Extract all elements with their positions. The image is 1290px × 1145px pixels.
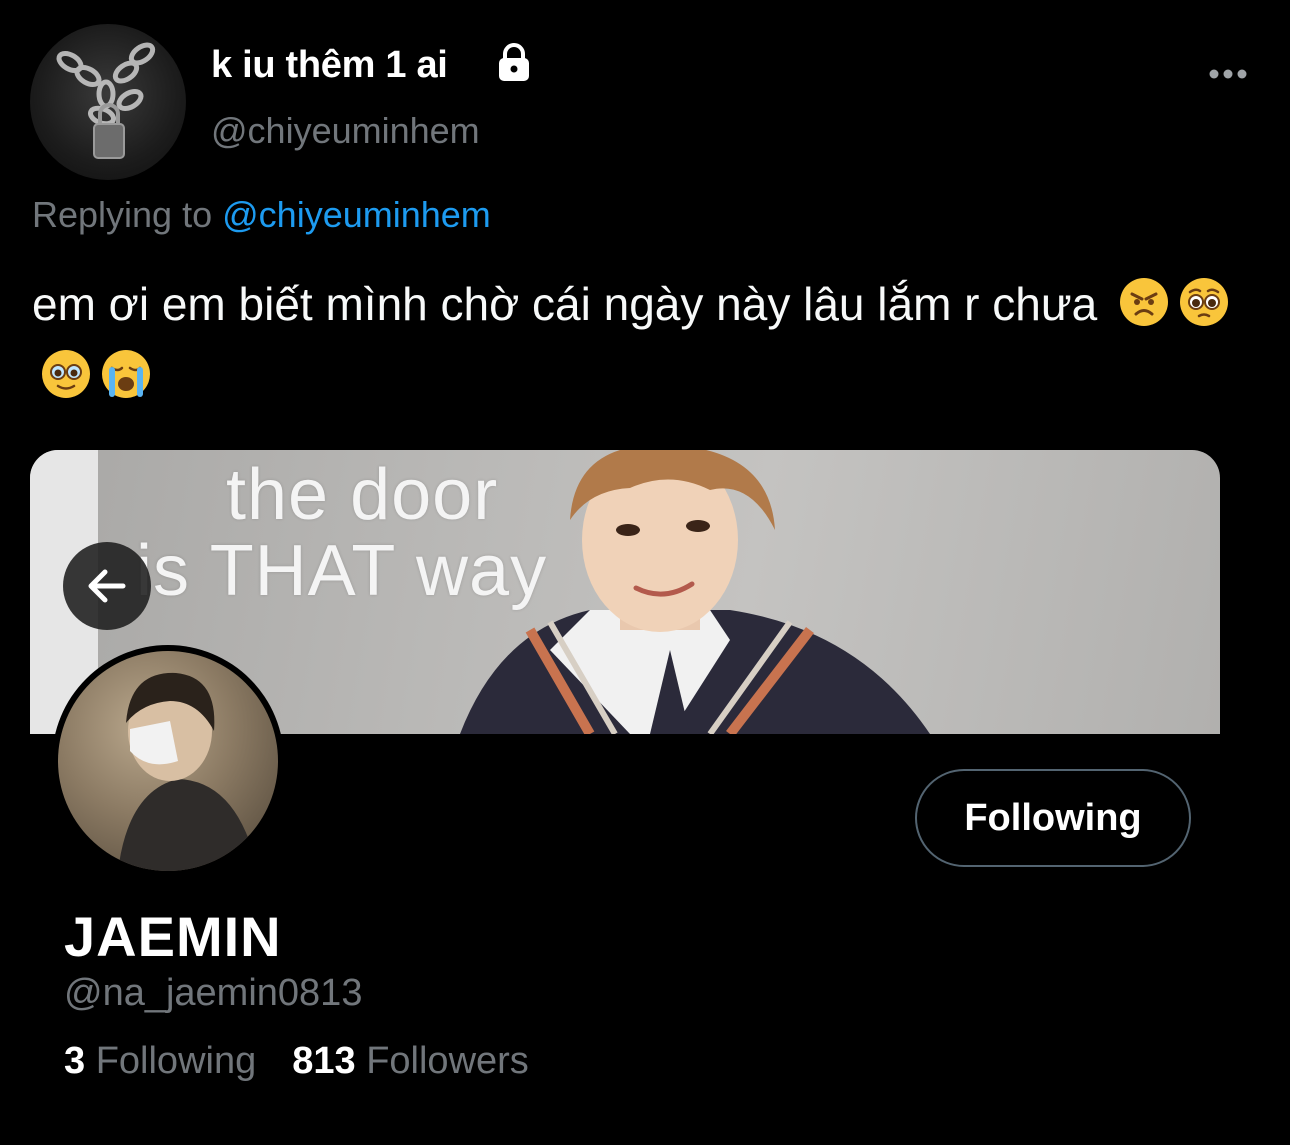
- followers-count-link[interactable]: 813 Followers: [292, 1040, 529, 1082]
- tweet-body: em ơi em biết mình chờ cái ngày này lâu …: [32, 278, 1098, 330]
- following-count: 3: [64, 1040, 86, 1082]
- chain-lock-image: [56, 42, 156, 159]
- tweet-text: em ơi em biết mình chờ cái ngày này lâu …: [32, 268, 1252, 412]
- lock-icon: [499, 43, 529, 81]
- arrow-left-icon: [88, 569, 126, 603]
- loudly-crying-face-emoji-icon: [102, 350, 150, 398]
- banner-caption-line1: the door: [226, 455, 499, 535]
- author-display-name[interactable]: k iu thêm 1 ai: [211, 44, 448, 87]
- followers-label: Followers: [366, 1040, 529, 1082]
- profile-avatar[interactable]: [52, 645, 284, 877]
- back-button[interactable]: [63, 542, 151, 630]
- following-button[interactable]: Following: [915, 769, 1191, 867]
- following-label: Following: [95, 1040, 257, 1082]
- following-count-link[interactable]: 3 Following: [64, 1040, 256, 1082]
- avatar-person-image: [118, 672, 258, 871]
- pleading-face-emoji-icon: [1180, 278, 1229, 326]
- author-handle[interactable]: @chiyeuminhem: [211, 110, 480, 152]
- profile-stats: 3 Following 813 Followers: [64, 1040, 529, 1083]
- face-holding-back-tears-emoji-icon: [42, 350, 90, 398]
- banner-caption-line2: is THAT way: [136, 531, 548, 611]
- author-avatar[interactable]: [30, 24, 186, 180]
- replying-to-mention[interactable]: @chiyeuminhem: [222, 194, 491, 235]
- angry-face-emoji-icon: [1120, 278, 1169, 326]
- replying-to-prefix: Replying to: [32, 194, 213, 235]
- profile-handle: @na_jaemin0813: [64, 972, 363, 1014]
- replying-to-line: Replying to @chiyeuminhem: [32, 194, 491, 236]
- profile-name: JAEMIN: [64, 905, 282, 968]
- followers-count: 813: [292, 1040, 356, 1082]
- more-horizontal-icon[interactable]: [1206, 62, 1250, 86]
- tweet-screen: k iu thêm 1 ai @chiyeuminhem Replying to…: [0, 0, 1290, 1145]
- profile-avatar-image: [58, 651, 278, 871]
